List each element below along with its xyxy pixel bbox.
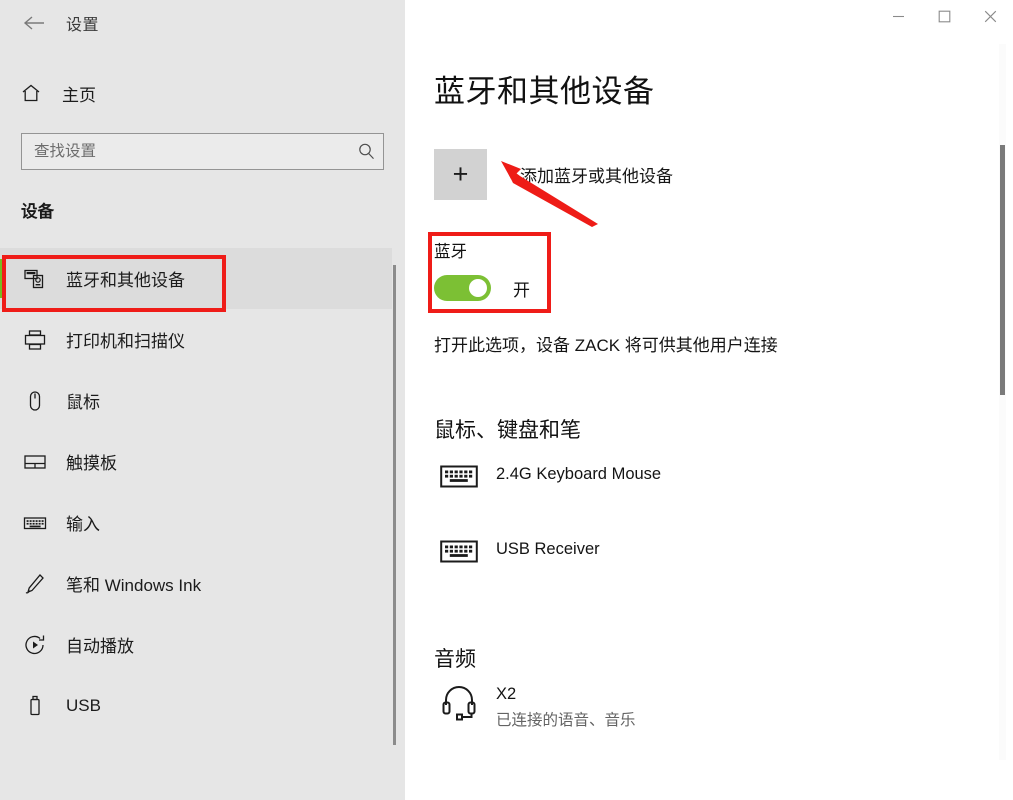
sidebar-item-autoplay[interactable]: 自动播放	[0, 614, 392, 675]
minimize-button[interactable]	[875, 0, 921, 32]
sidebar-item-typing-label: 输入	[66, 515, 100, 534]
sidebar-item-mouse-label: 鼠标	[66, 393, 100, 412]
bluetooth-toggle[interactable]	[434, 275, 491, 301]
search-box[interactable]	[21, 133, 384, 170]
group-title-mouse-keyboard-pen: 鼠标、键盘和笔	[434, 419, 581, 442]
bluetooth-devices-icon	[20, 264, 50, 294]
settings-window: 设置 主页 设备	[0, 0, 1013, 800]
keyboard-icon	[20, 508, 50, 538]
autoplay-icon	[20, 630, 50, 660]
toggle-knob	[469, 279, 487, 297]
window-controls	[875, 0, 1013, 32]
sidebar-item-bluetooth[interactable]: 蓝牙和其他设备	[0, 248, 392, 309]
sidebar: 设置 主页 设备	[0, 0, 405, 800]
sidebar-item-typing[interactable]: 输入	[0, 492, 392, 553]
add-device-label: 添加蓝牙或其他设备	[520, 167, 673, 186]
titlebar: 设置	[0, 0, 405, 46]
page-title: 蓝牙和其他设备	[434, 74, 655, 109]
bluetooth-toggle-state: 开	[513, 280, 530, 300]
device-status: 已连接的语音、音乐	[496, 712, 636, 729]
bluetooth-toggle-block: 蓝牙 开	[434, 238, 530, 301]
sidebar-item-touchpad-label: 触摸板	[66, 454, 117, 473]
home-icon	[20, 82, 48, 104]
sidebar-section-label: 设备	[21, 203, 54, 221]
maximize-button[interactable]	[921, 0, 967, 32]
mouse-icon	[20, 386, 50, 416]
close-button[interactable]	[967, 0, 1013, 32]
back-arrow-icon[interactable]	[12, 6, 56, 40]
sidebar-item-bluetooth-label: 蓝牙和其他设备	[66, 271, 185, 290]
sidebar-item-mouse[interactable]: 鼠标	[0, 370, 392, 431]
bluetooth-label: 蓝牙	[434, 243, 467, 261]
pen-icon	[20, 569, 50, 599]
device-row-keyboard-mouse[interactable]: 2.4G Keyboard Mouse	[436, 456, 661, 496]
device-info: X2 已连接的语音、音乐	[496, 683, 636, 730]
printer-icon	[20, 325, 50, 355]
search-input[interactable]	[22, 142, 349, 161]
sidebar-nav-list: 蓝牙和其他设备 打印机和扫描仪 鼠标 触摸板 输入 笔和 Windows Ink…	[0, 248, 392, 736]
device-info: USB Receiver	[496, 531, 600, 559]
usb-icon	[20, 691, 50, 721]
sidebar-item-usb-label: USB	[66, 695, 101, 715]
sidebar-item-touchpad[interactable]: 触摸板	[0, 431, 392, 492]
plus-icon[interactable]: +	[434, 149, 487, 200]
device-name: X2	[496, 685, 517, 703]
device-row-x2[interactable]: X2 已连接的语音、音乐	[436, 683, 636, 730]
headset-icon	[436, 683, 482, 723]
keyboard-icon	[436, 531, 482, 571]
bluetooth-description: 打开此选项，设备 ZACK 将可供其他用户连接	[434, 336, 778, 355]
sidebar-item-pen-label: 笔和 Windows Ink	[66, 576, 202, 595]
app-title: 设置	[66, 17, 100, 34]
sidebar-scrollbar[interactable]	[393, 265, 396, 745]
sidebar-item-printers[interactable]: 打印机和扫描仪	[0, 309, 392, 370]
touchpad-icon	[20, 447, 50, 477]
main-content: 蓝牙和其他设备 + 添加蓝牙或其他设备 蓝牙 开 打开此选项，设备 ZACK 将…	[405, 0, 1013, 800]
sidebar-item-home[interactable]: 主页	[0, 72, 360, 114]
device-name: 2.4G Keyboard Mouse	[496, 465, 662, 483]
sidebar-item-pen[interactable]: 笔和 Windows Ink	[0, 553, 392, 614]
add-device-button[interactable]: + 添加蓝牙或其他设备	[434, 149, 673, 200]
sidebar-item-printers-label: 打印机和扫描仪	[66, 332, 185, 351]
search-icon[interactable]	[349, 142, 383, 161]
device-row-usb-receiver[interactable]: USB Receiver	[436, 531, 600, 571]
sidebar-item-home-label: 主页	[62, 85, 96, 105]
device-name: USB Receiver	[496, 540, 600, 558]
bluetooth-toggle-row: 开	[434, 275, 530, 301]
sidebar-item-autoplay-label: 自动播放	[66, 637, 134, 656]
keyboard-icon	[436, 456, 482, 496]
sidebar-item-usb[interactable]: USB	[0, 675, 392, 736]
group-title-audio: 音频	[434, 648, 476, 671]
main-scrollbar-thumb[interactable]	[1000, 145, 1005, 395]
device-info: 2.4G Keyboard Mouse	[496, 456, 661, 484]
